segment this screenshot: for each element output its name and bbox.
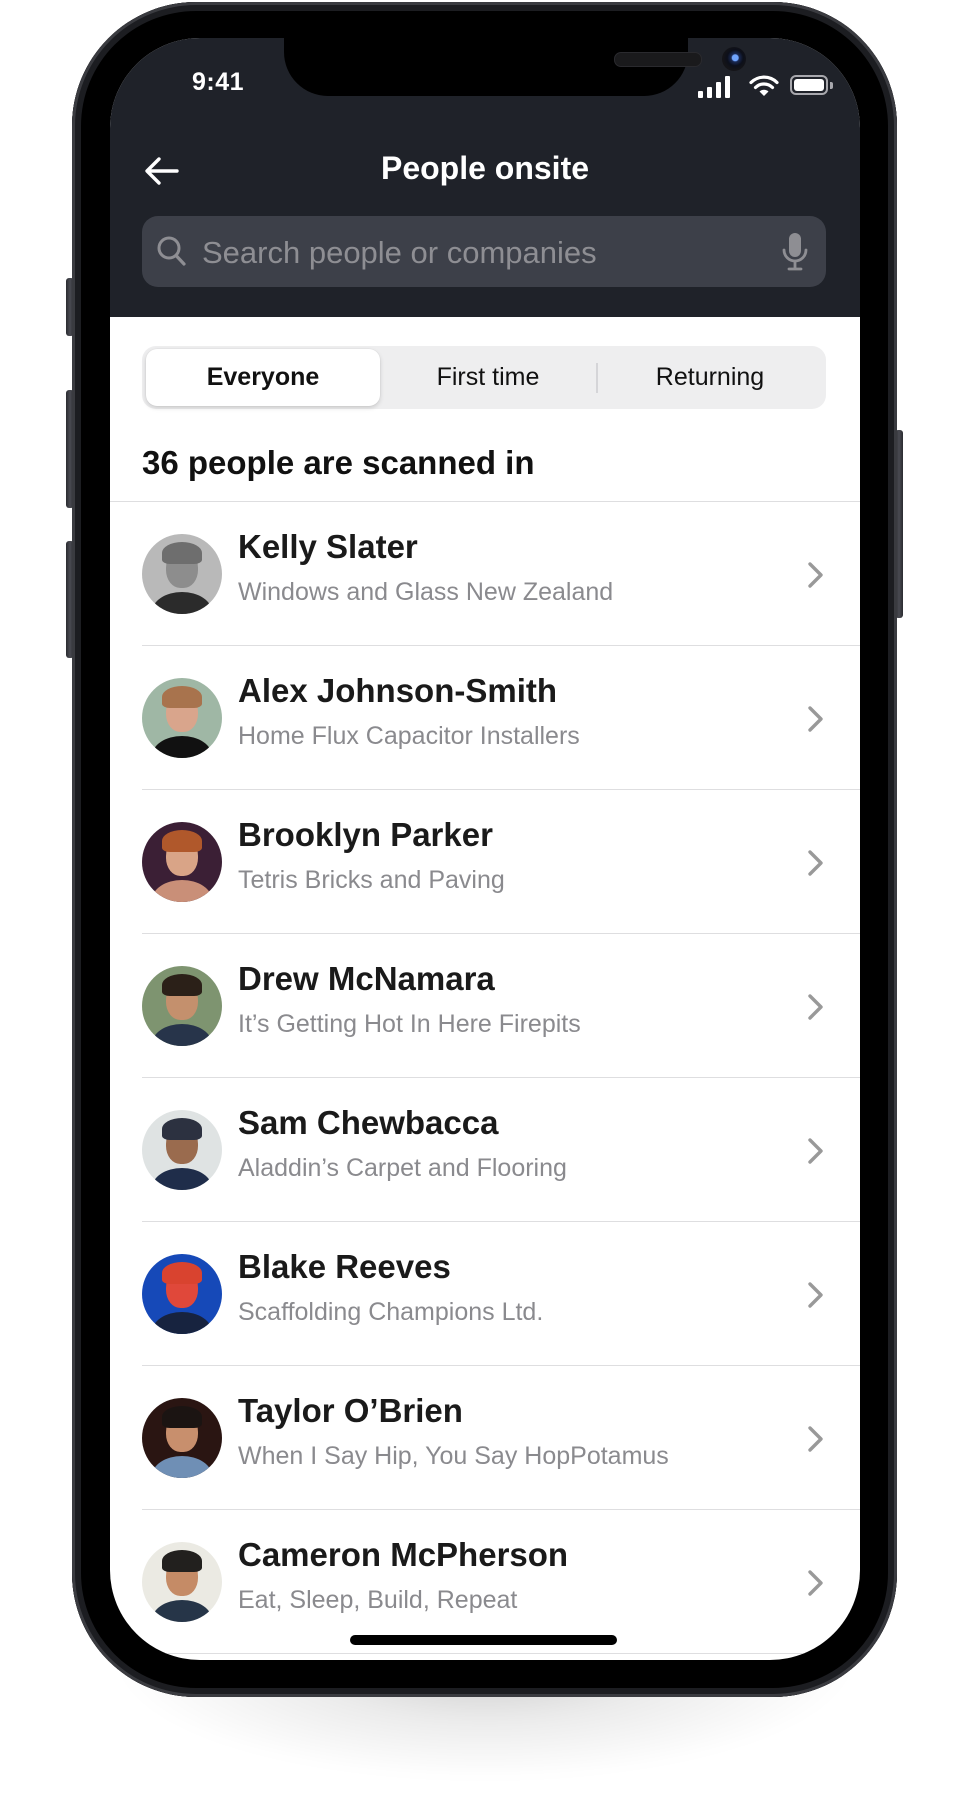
person-company: Tetris Bricks and Paving bbox=[238, 866, 505, 894]
avatar bbox=[142, 534, 222, 614]
chevron-right-icon bbox=[808, 562, 823, 588]
person-list-item[interactable]: Sam Chewbacca Aladdin’s Carpet and Floor… bbox=[110, 1078, 860, 1222]
person-name: Alex Johnson-Smith bbox=[238, 672, 558, 709]
avatar-shirt bbox=[152, 1168, 212, 1190]
people-list: Kelly Slater Windows and Glass New Zeala… bbox=[110, 502, 860, 1654]
battery-icon bbox=[790, 75, 828, 95]
wifi-icon bbox=[748, 74, 780, 103]
chevron-right-icon bbox=[808, 706, 823, 732]
avatar-hair bbox=[162, 830, 202, 852]
avatar-shirt bbox=[152, 592, 212, 614]
home-indicator[interactable] bbox=[350, 1635, 617, 1645]
person-company: It’s Getting Hot In Here Firepits bbox=[238, 1010, 581, 1038]
people-count-heading: 36 people are scanned in bbox=[142, 444, 535, 481]
avatar-hair bbox=[162, 1262, 202, 1284]
person-list-item[interactable]: Drew McNamara It’s Getting Hot In Here F… bbox=[110, 934, 860, 1078]
person-company: When I Say Hip, You Say HopPotamus bbox=[238, 1442, 669, 1470]
avatar-hair bbox=[162, 1550, 202, 1572]
person-name: Blake Reeves bbox=[238, 1248, 451, 1285]
search-input[interactable] bbox=[200, 216, 764, 289]
person-company: Aladdin’s Carpet and Flooring bbox=[238, 1154, 567, 1182]
page-title: People onsite bbox=[380, 150, 590, 186]
person-list-item[interactable]: Blake Reeves Scaffolding Champions Ltd. bbox=[110, 1222, 860, 1366]
app-screen: 9:41 People onsite Search people or comp… bbox=[110, 38, 860, 1660]
person-name: Taylor O’Brien bbox=[238, 1392, 463, 1429]
avatar-shirt bbox=[152, 880, 212, 902]
search-icon bbox=[156, 235, 188, 274]
avatar bbox=[142, 1542, 222, 1622]
front-camera bbox=[722, 47, 746, 71]
person-list-item[interactable]: Taylor O’Brien When I Say Hip, You Say H… bbox=[110, 1366, 860, 1510]
battery-cap bbox=[830, 82, 833, 89]
avatar-shirt bbox=[152, 1600, 212, 1622]
avatar-hair bbox=[162, 974, 202, 996]
chevron-right-icon bbox=[808, 1138, 823, 1164]
chevron-right-icon bbox=[808, 850, 823, 876]
avatar-shirt bbox=[152, 1024, 212, 1046]
person-company: Eat, Sleep, Build, Repeat bbox=[238, 1586, 518, 1614]
avatar-hair bbox=[162, 542, 202, 564]
avatar-shirt bbox=[152, 1312, 212, 1334]
avatar bbox=[142, 822, 222, 902]
avatar bbox=[142, 678, 222, 758]
chevron-right-icon bbox=[808, 994, 823, 1020]
earpiece-speaker bbox=[614, 52, 702, 67]
avatar bbox=[142, 966, 222, 1046]
person-name: Cameron McPherson bbox=[238, 1536, 569, 1573]
avatar-shirt bbox=[152, 736, 212, 758]
avatar bbox=[142, 1254, 222, 1334]
chevron-right-icon bbox=[808, 1282, 823, 1308]
avatar-hair bbox=[162, 1406, 202, 1428]
person-name: Brooklyn Parker bbox=[238, 816, 493, 853]
avatar-hair bbox=[162, 1118, 202, 1140]
avatar-shirt bbox=[152, 1456, 212, 1478]
person-company: Home Flux Capacitor Installers bbox=[238, 722, 580, 750]
person-name: Drew McNamara bbox=[238, 960, 495, 997]
person-list-item[interactable]: Cameron McPherson Eat, Sleep, Build, Rep… bbox=[110, 1510, 860, 1654]
row-separator bbox=[142, 1653, 860, 1654]
avatar bbox=[142, 1398, 222, 1478]
person-name: Kelly Slater bbox=[238, 528, 418, 565]
person-company: Windows and Glass New Zealand bbox=[238, 578, 614, 606]
chevron-right-icon bbox=[808, 1426, 823, 1452]
status-icons bbox=[698, 74, 838, 98]
status-time: 9:41 bbox=[191, 68, 245, 96]
notch bbox=[284, 38, 746, 96]
microphone-icon[interactable] bbox=[780, 232, 810, 277]
app-header: 9:41 People onsite bbox=[110, 38, 860, 317]
chevron-right-icon bbox=[808, 1570, 823, 1596]
tab-everyone[interactable]: Everyone bbox=[146, 349, 380, 406]
person-list-item[interactable]: Alex Johnson-Smith Home Flux Capacitor I… bbox=[110, 646, 860, 790]
search-bar[interactable] bbox=[142, 216, 826, 289]
person-list-item[interactable]: Kelly Slater Windows and Glass New Zeala… bbox=[110, 502, 860, 646]
avatar bbox=[142, 1110, 222, 1190]
person-name: Sam Chewbacca bbox=[238, 1104, 499, 1141]
tab-returning[interactable]: Returning bbox=[598, 349, 822, 406]
avatar-hair bbox=[162, 686, 202, 708]
person-company: Scaffolding Champions Ltd. bbox=[238, 1298, 544, 1326]
tab-first-time[interactable]: First time bbox=[380, 349, 596, 406]
person-list-item[interactable]: Brooklyn Parker Tetris Bricks and Paving bbox=[110, 790, 860, 934]
filter-segmented-control: Everyone First time Returning bbox=[142, 346, 826, 409]
